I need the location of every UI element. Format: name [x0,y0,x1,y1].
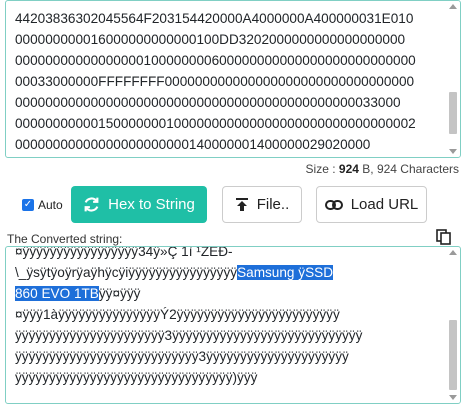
hex-line: 0000000000000000010000000060000000000000… [15,53,416,68]
file-button[interactable]: File.. [222,186,302,223]
converted-string-text: ¤ÿÿÿÿÿÿÿÿÿÿÿÿÿÿÿÿÿ34ÿ»Ç 1ì ¹ZÈÐ- \_ÿsÿtÿ… [15,246,442,403]
hex-line: 0000000000000000000000000000000000000000… [15,95,401,110]
converted-string-label: The Converted string: [7,232,123,246]
hex-line: 44203836302045564F203154420000A4000000A4… [15,11,414,26]
link-icon [324,199,343,210]
output-line: ÿÿÿÿÿÿÿÿÿÿÿÿÿÿÿÿÿÿÿÿÿÿ3ÿÿÿÿÿÿÿÿÿÿÿÿÿÿÿÿÿ… [15,328,363,343]
selected-text: Samsung ÿSSD [237,265,334,280]
size-bytes: 924 [338,162,359,176]
converted-string-textarea[interactable]: ¤ÿÿÿÿÿÿÿÿÿÿÿÿÿÿÿÿÿ34ÿ»Ç 1ì ¹ZÈÐ- \_ÿsÿtÿ… [5,246,461,404]
upload-icon [235,198,248,211]
load-url-label: Load URL [350,196,419,213]
output-line-post: ÿÿ¤ÿÿÿ [98,286,141,301]
selected-text: 860 EVO 1TB [15,286,99,301]
output-line: ÿÿÿÿÿÿÿÿÿÿÿÿÿÿÿÿÿÿÿÿÿÿÿÿÿÿÿ3ÿÿÿÿÿÿÿÿÿÿÿÿ… [15,349,349,364]
output-line: \_ÿsÿtÿoÿrÿaÿhÿcÿiÿÿÿÿÿÿÿÿÿÿÿÿÿÿÿÿSamsun… [15,262,442,283]
scrollbar-thumb[interactable] [449,92,457,134]
hex-to-string-button[interactable]: Hex to String [71,186,207,223]
hex-line: 000000000016000000000000100DD32020000000… [15,32,406,47]
hex-line: 00033000000FFFFFFFF000000000000000000000… [15,74,415,89]
auto-label: Auto [38,198,63,212]
scroll-up-arrow-icon[interactable] [449,250,457,255]
size-suffix: B, 924 Characters [358,162,459,176]
size-info: Size : 924 B, 924 Characters [306,162,459,176]
output-line: ¤ÿÿÿ1àÿÿÿÿÿÿÿÿÿÿÿÿÿÿÿÝ2ÿÿÿÿÿÿÿÿÿÿÿÿÿÿÿÿÿ… [15,307,340,322]
refresh-icon [84,197,99,212]
output-line: ¤ÿÿÿÿÿÿÿÿÿÿÿÿÿÿÿÿÿ34ÿ»Ç 1ì ¹ZÈÐ- [15,246,233,259]
hex-scrollbar[interactable] [448,4,458,154]
scroll-down-arrow-icon[interactable] [449,149,457,154]
hex-input-textarea[interactable]: 44203836302045564F203154420000A4000000A4… [5,0,461,158]
file-label: File.. [256,196,290,213]
output-scrollbar[interactable] [448,250,458,400]
output-line: ÿÿÿÿÿÿÿÿÿÿÿÿÿÿÿÿÿÿÿÿÿÿÿÿÿÿÿÿÿÿÿÿ)ÿÿÿ [15,370,258,385]
load-url-button[interactable]: Load URL [316,186,427,223]
output-line-pre: \_ÿsÿtÿoÿrÿaÿhÿcÿiÿÿÿÿÿÿÿÿÿÿÿÿÿÿÿÿ [15,265,238,280]
hex-input-text: 44203836302045564F203154420000A4000000A4… [15,8,442,157]
checkbox-checked-icon[interactable]: ✓ [22,199,34,211]
scroll-up-arrow-icon[interactable] [449,4,457,9]
scroll-down-arrow-icon[interactable] [449,395,457,400]
auto-checkbox[interactable]: ✓ Auto [22,198,63,212]
copy-icon[interactable] [436,229,452,245]
hex-line: 0000000000015000000010000000000000000000… [15,116,416,131]
size-prefix: Size : [305,162,339,176]
output-line: 860 EVO 1TBÿÿ¤ÿÿÿ [15,283,442,304]
hex-to-string-label: Hex to String [108,196,195,213]
hex-line: 0000000000000000000000014000000140000002… [15,137,371,152]
scrollbar-thumb[interactable] [449,320,457,390]
